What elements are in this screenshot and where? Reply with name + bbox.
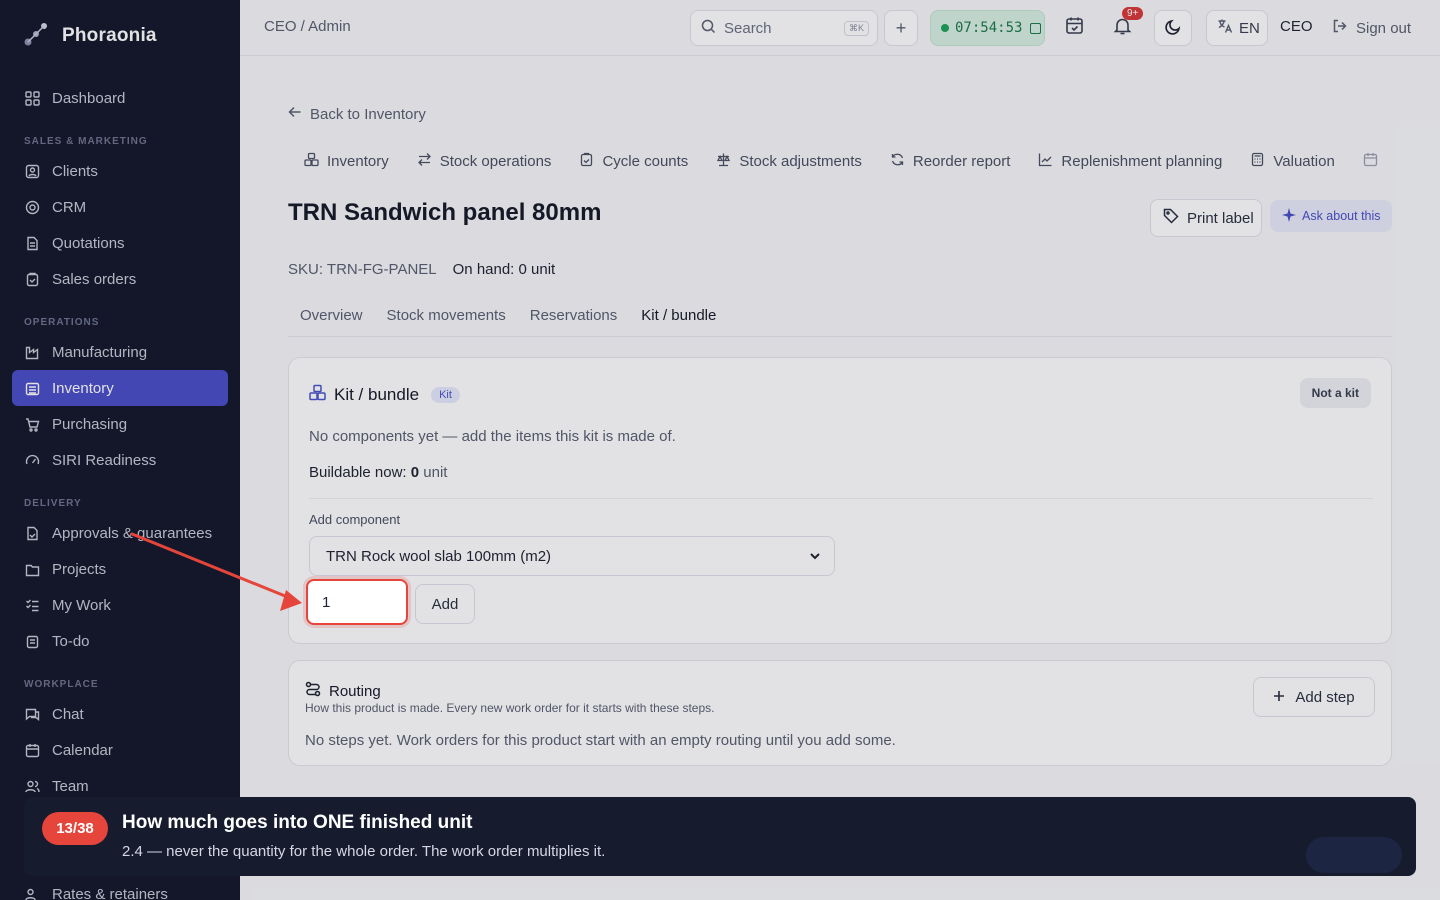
tour-title: How much goes into ONE finished unit — [122, 812, 473, 833]
chat-launcher[interactable] — [1306, 837, 1402, 873]
tour-callout: 13/38 How much goes into ONE finished un… — [24, 797, 1416, 876]
tour-step-counter: 13/38 — [42, 812, 108, 845]
tour-body: 2.4 — never the quantity for the whole o… — [122, 843, 606, 860]
tour-arrow — [130, 532, 302, 611]
